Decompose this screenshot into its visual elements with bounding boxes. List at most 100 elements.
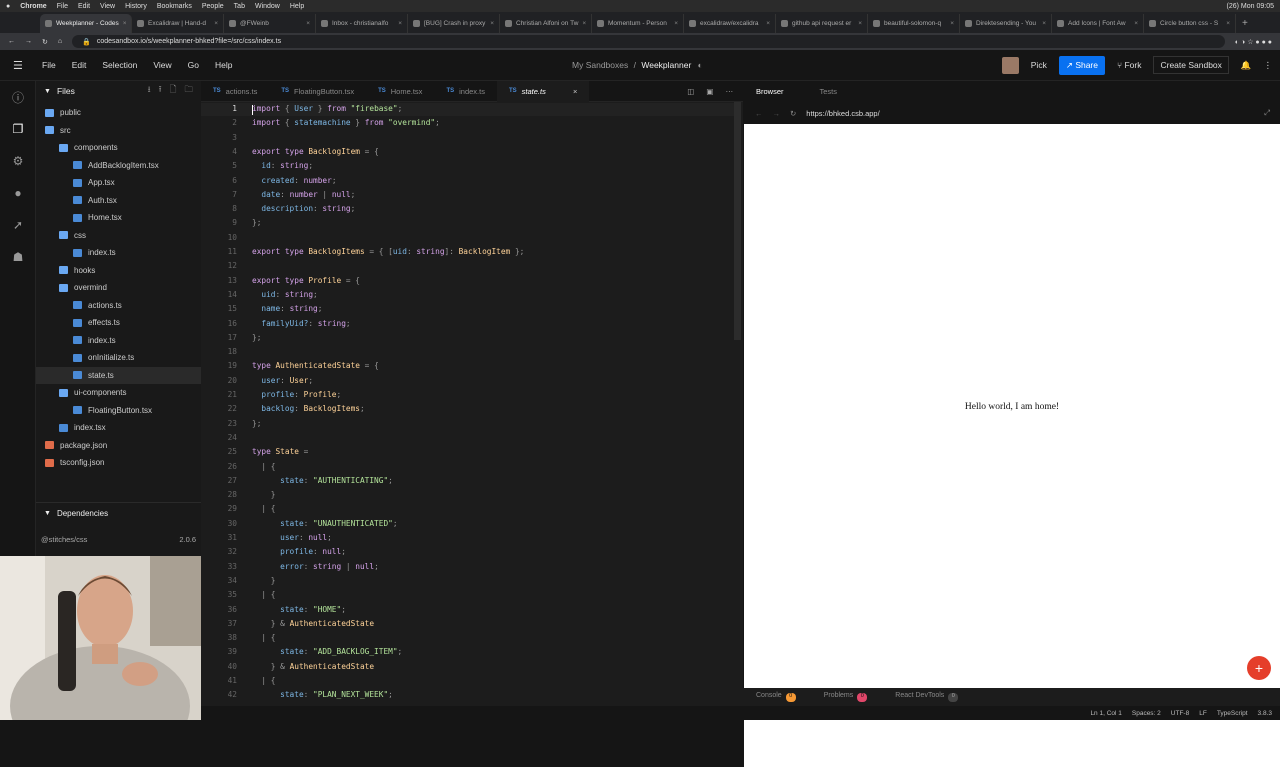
react-devtools-tab[interactable]: React DevTools 0: [895, 692, 959, 702]
reload-icon[interactable]: ↻: [42, 38, 48, 46]
sandbox-name[interactable]: Weekplanner: [641, 60, 691, 70]
forward-icon[interactable]: →: [773, 109, 781, 118]
mac-menu-item[interactable]: View: [100, 3, 115, 10]
dependencies-title[interactable]: Dependencies: [57, 509, 108, 518]
file-item[interactable]: tsconfig.json: [36, 454, 201, 472]
open-new-window-icon[interactable]: ⤢: [1264, 108, 1270, 118]
browser-tab[interactable]: Christian Alfoni on Tw ×: [500, 14, 592, 33]
tab-home-tsx[interactable]: TS Home.tsx: [366, 81, 434, 102]
typescript-version[interactable]: 3.8.3: [1258, 710, 1272, 717]
extension-icons[interactable]: ◐ ◑ ☆ ● ● ●: [1235, 38, 1272, 46]
live-icon[interactable]: ☗: [0, 241, 36, 273]
close-icon[interactable]: ×: [490, 20, 494, 27]
file-item[interactable]: Home.tsx: [36, 209, 201, 227]
line-ending[interactable]: LF: [1199, 710, 1207, 717]
close-icon[interactable]: ×: [214, 20, 218, 27]
tab-floatingbutton-tsx[interactable]: TS FloatingButton.tsx: [269, 81, 366, 102]
folder-item[interactable]: css: [36, 227, 201, 245]
folder-item[interactable]: hooks: [36, 262, 201, 280]
tab-browser[interactable]: Browser: [756, 87, 784, 96]
menu-item-view[interactable]: View: [153, 60, 171, 70]
folder-item[interactable]: components: [36, 139, 201, 157]
mac-menu-item[interactable]: People: [202, 3, 224, 10]
file-item[interactable]: FloatingButton.tsx: [36, 402, 201, 420]
home-icon[interactable]: ⌂: [58, 38, 62, 45]
tab-index-ts[interactable]: TS index.ts: [434, 81, 497, 102]
browser-tab[interactable]: @FWeinb ×: [224, 14, 316, 33]
forward-icon[interactable]: →: [25, 38, 32, 45]
close-icon[interactable]: ×: [766, 20, 770, 27]
settings-icon[interactable]: ⚙: [0, 145, 36, 177]
address-bar[interactable]: 🔒 codesandbox.io/s/weekplanner-bhked?fil…: [72, 35, 1225, 48]
chevron-down-icon[interactable]: ▼: [44, 510, 51, 517]
preview-icon[interactable]: ▣: [706, 87, 713, 96]
clock[interactable]: (26) Mon 09:05: [1227, 3, 1274, 10]
menu-item-go[interactable]: Go: [188, 60, 199, 70]
folder-item[interactable]: src: [36, 122, 201, 140]
close-icon[interactable]: ×: [306, 20, 310, 27]
close-icon[interactable]: ×: [1134, 20, 1138, 27]
indentation[interactable]: Spaces: 2: [1132, 710, 1161, 717]
download-icon[interactable]: ⭱: [159, 84, 162, 98]
deploy-icon[interactable]: ➚: [0, 209, 36, 241]
menu-item-edit[interactable]: Edit: [72, 60, 87, 70]
more-icon[interactable]: ⋯: [726, 87, 734, 96]
files-header[interactable]: ▼ Files ⭳ ⭱ 🗋 🗀: [36, 81, 201, 101]
dependency-name[interactable]: @stitches/css: [41, 535, 87, 544]
close-icon[interactable]: ×: [1042, 20, 1046, 27]
file-item[interactable]: effects.ts: [36, 314, 201, 332]
github-icon[interactable]: ●: [0, 177, 36, 209]
refresh-icon[interactable]: ↻: [790, 109, 796, 118]
close-icon[interactable]: ×: [858, 20, 862, 27]
notifications-icon[interactable]: 🔔: [1241, 60, 1252, 71]
close-icon[interactable]: ×: [123, 20, 127, 27]
tab-tests[interactable]: Tests: [820, 87, 838, 96]
folder-item[interactable]: overmind: [36, 279, 201, 297]
menu-item-selection[interactable]: Selection: [102, 60, 137, 70]
mac-menu-item[interactable]: File: [57, 3, 68, 10]
browser-tab[interactable]: Inbox - christianalfo ×: [316, 14, 408, 33]
mac-menu-item[interactable]: Tab: [234, 3, 245, 10]
file-item[interactable]: index.ts: [36, 244, 201, 262]
folder-item[interactable]: ui-components: [36, 384, 201, 402]
file-item[interactable]: onInitialize.ts: [36, 349, 201, 367]
menu-icon[interactable]: ☰: [13, 59, 23, 72]
create-sandbox-button[interactable]: Create Sandbox: [1153, 56, 1229, 74]
file-item[interactable]: index.ts: [36, 332, 201, 350]
file-item[interactable]: package.json: [36, 437, 201, 455]
close-icon[interactable]: ×: [573, 87, 577, 96]
tab-actions-ts[interactable]: TS actions.ts: [201, 81, 269, 102]
browser-tab[interactable]: github api request er ×: [776, 14, 868, 33]
mac-menu-item[interactable]: Help: [290, 3, 304, 10]
mac-menu-item[interactable]: History: [125, 3, 147, 10]
pick-button[interactable]: Pick: [1031, 60, 1047, 70]
share-button[interactable]: ↗ Share: [1058, 55, 1105, 75]
mac-menu-item[interactable]: Bookmarks: [157, 3, 192, 10]
browser-tab[interactable]: Excalidraw | Hand-d ×: [132, 14, 224, 33]
file-item[interactable]: index.tsx: [36, 419, 201, 437]
cursor-position[interactable]: Ln 1, Col 1: [1090, 710, 1121, 717]
encoding[interactable]: UTF-8: [1171, 710, 1189, 717]
browser-tab[interactable]: Add Icons | Font Aw ×: [1052, 14, 1144, 33]
browser-tab[interactable]: excalidraw/excalidra ×: [684, 14, 776, 33]
problems-tab[interactable]: Problems 0: [824, 692, 868, 702]
mac-menu-item[interactable]: Chrome: [20, 3, 46, 10]
files-icon[interactable]: ❐: [0, 113, 36, 145]
menu-item-help[interactable]: Help: [215, 60, 232, 70]
new-folder-icon[interactable]: 🗀: [184, 84, 193, 98]
editor-scrollbar[interactable]: [734, 102, 741, 340]
browser-tab[interactable]: Circle button css - S ×: [1144, 14, 1236, 33]
new-tab-icon[interactable]: +: [1242, 18, 1248, 29]
back-icon[interactable]: ←: [755, 109, 763, 118]
file-item[interactable]: AddBacklogItem.tsx: [36, 157, 201, 175]
browser-tab[interactable]: [BUG] Crash in proxy ×: [408, 14, 500, 33]
folder-item[interactable]: public: [36, 104, 201, 122]
browser-tab[interactable]: Momentum - Person ×: [592, 14, 684, 33]
avatar[interactable]: [1001, 56, 1019, 74]
close-icon[interactable]: ×: [582, 20, 586, 27]
mac-menu-item[interactable]: Edit: [78, 3, 90, 10]
browser-tab[interactable]: beautiful-solomon-q ×: [868, 14, 960, 33]
breadcrumb-parent[interactable]: My Sandboxes: [572, 60, 628, 70]
apple-icon[interactable]: ●: [6, 3, 10, 10]
add-floating-button[interactable]: +: [1247, 656, 1271, 680]
